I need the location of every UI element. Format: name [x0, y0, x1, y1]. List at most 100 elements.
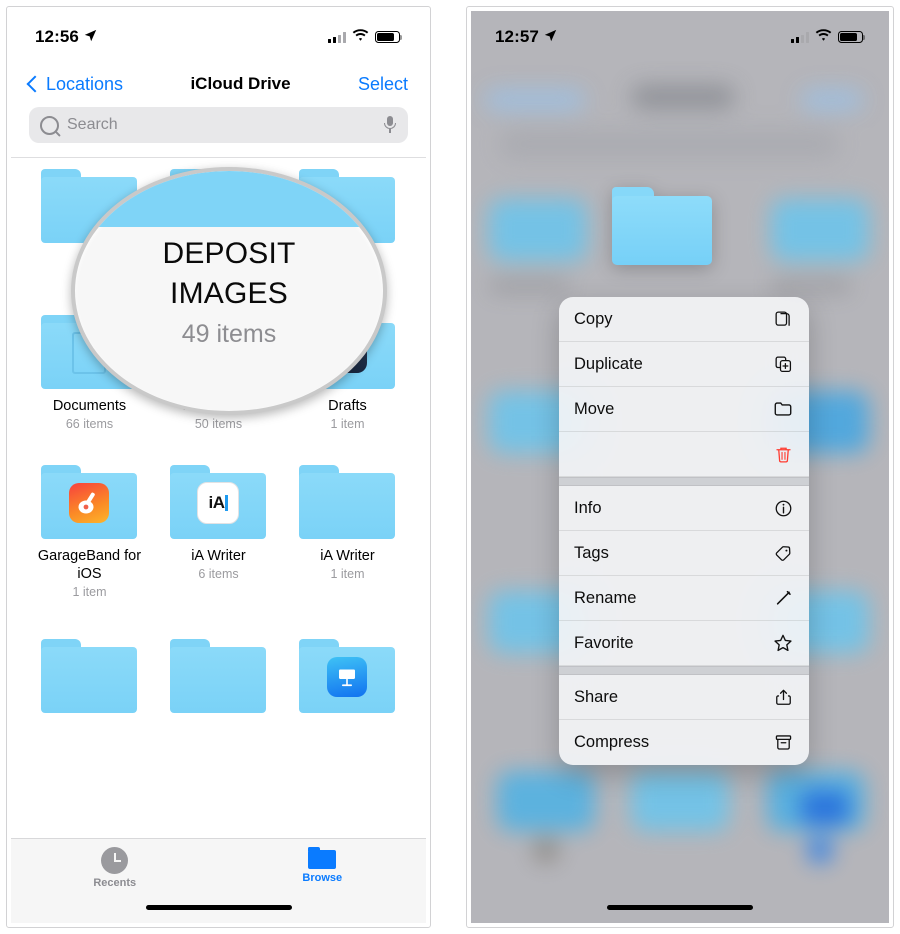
file-count: 1 item: [330, 567, 365, 581]
context-menu: Copy Duplicate Move Info Tags Rename Fav…: [559, 297, 809, 765]
home-indicator[interactable]: [607, 905, 753, 910]
context-menu-label: Share: [574, 687, 619, 706]
keynote-app-icon: [327, 657, 368, 698]
context-menu-item-delete[interactable]: Delete: [559, 432, 809, 477]
context-menu-item-copy[interactable]: Copy: [559, 297, 809, 342]
file-row: [25, 639, 412, 721]
plain-folder-icon: [41, 639, 138, 713]
tab-browse[interactable]: Browse: [219, 839, 427, 923]
keynote-folder-icon: [299, 639, 396, 713]
share-icon: [772, 686, 794, 708]
clock-icon: [101, 847, 129, 874]
context-menu-label: Duplicate: [574, 354, 643, 373]
right-phone-screen: 12:57 Copy Duplicate Move Info Tags Rena…: [471, 11, 889, 923]
context-menu-item-info[interactable]: Info: [559, 486, 809, 531]
star-icon: [772, 632, 794, 654]
microphone-icon[interactable]: [383, 116, 397, 134]
trash-icon: [772, 443, 794, 465]
context-menu-label: Rename: [574, 588, 637, 607]
battery-icon: [375, 31, 403, 43]
location-arrow-icon: [84, 27, 97, 47]
move-folder-icon: [772, 398, 794, 420]
page-title: iCloud Drive: [190, 74, 291, 93]
context-menu-label: Compress: [574, 733, 650, 751]
search-bar-container: Search: [29, 107, 408, 143]
file-name: Drafts: [328, 398, 367, 414]
copy-icon: [772, 308, 794, 330]
garageband-folder-icon: [41, 465, 138, 539]
context-menu-item-duplicate[interactable]: Duplicate: [559, 342, 809, 387]
file-cell-ia-writer-6[interactable]: iA iA Writer 6 items: [154, 465, 283, 599]
context-menu-separator: [559, 477, 809, 486]
file-name: iA Writer: [320, 548, 375, 564]
context-menu-item-rename[interactable]: Rename: [559, 576, 809, 621]
magnifier-callout-deposit-images: DEPOSIT IMAGES 49 items: [71, 167, 387, 415]
back-button-locations[interactable]: Locations: [26, 73, 124, 95]
file-count: 1 item: [330, 417, 365, 431]
left-phone-frame: 12:56 Locations iCloud Drive Select Sear…: [6, 6, 431, 928]
callout-title-line2: IMAGES: [170, 276, 288, 310]
status-time-group: 12:56: [35, 27, 97, 47]
status-bar: 12:57: [471, 11, 889, 63]
tab-bar: Recents Browse: [11, 838, 426, 923]
wifi-icon: [815, 28, 832, 46]
battery-icon: [838, 31, 866, 43]
file-name: GarageBand for iOS: [37, 548, 142, 582]
search-input[interactable]: Search: [29, 107, 408, 143]
archive-icon: [772, 732, 794, 754]
status-indicators: [328, 28, 403, 46]
file-cell-ia-writer-1[interactable]: iA Writer 1 item: [283, 465, 412, 599]
context-menu-separator: [559, 666, 809, 675]
focused-folder-icon[interactable]: [612, 187, 712, 265]
context-menu-item-move[interactable]: Move: [559, 387, 809, 432]
cellular-bars-icon: [791, 31, 809, 43]
file-name: iA Writer: [191, 548, 246, 564]
left-phone-screen: 12:56 Locations iCloud Drive Select Sear…: [11, 11, 426, 923]
select-button[interactable]: Select: [358, 74, 408, 95]
file-cell-garageband[interactable]: GarageBand for iOS 1 item: [25, 465, 154, 599]
navigation-bar: Locations iCloud Drive Select: [11, 63, 426, 105]
context-menu-label: Tags: [574, 543, 609, 562]
garageband-app-icon: [69, 483, 110, 524]
duplicate-icon: [772, 353, 794, 375]
context-menu-item-compress[interactable]: Compress: [559, 720, 809, 765]
file-cell[interactable]: [154, 639, 283, 721]
info-circle-icon: [772, 497, 794, 519]
status-time: 12:57: [495, 27, 539, 46]
ia-writer-folder-icon: iA: [170, 465, 267, 539]
context-menu-item-tags[interactable]: Tags: [559, 531, 809, 576]
ia-writer-app-icon: iA: [197, 482, 240, 525]
location-arrow-icon: [544, 27, 557, 47]
tab-label: Browse: [302, 872, 343, 884]
file-count: 66 items: [65, 417, 114, 431]
plain-folder-icon: [170, 639, 267, 713]
file-count: 6 items: [198, 567, 239, 581]
file-name: Documents: [52, 398, 127, 414]
folder-icon: [308, 847, 337, 869]
tag-icon: [772, 542, 794, 564]
file-row: GarageBand for iOS 1 item iA iA Writer 6…: [25, 465, 412, 599]
wifi-icon: [352, 28, 369, 46]
home-indicator[interactable]: [145, 905, 292, 910]
file-cell-keynote[interactable]: [283, 639, 412, 721]
tab-label: Recents: [93, 877, 137, 889]
cellular-bars-icon: [328, 31, 346, 43]
context-menu-label: Favorite: [574, 633, 634, 652]
callout-subtitle: 49 items: [181, 319, 277, 348]
context-menu-item-share[interactable]: Share: [559, 675, 809, 720]
file-cell[interactable]: [25, 639, 154, 721]
context-menu-label: Copy: [574, 309, 613, 328]
search-icon: [40, 115, 59, 135]
tab-recents[interactable]: Recents: [11, 839, 219, 923]
pencil-icon: [772, 587, 794, 609]
status-time: 12:56: [35, 27, 79, 46]
context-menu-item-favorite[interactable]: Favorite: [559, 621, 809, 666]
right-phone-frame: 12:57 Copy Duplicate Move Info Tags Rena…: [466, 6, 894, 928]
back-button-label: Locations: [46, 73, 124, 94]
screenshot-stage: 12:56 Locations iCloud Drive Select Sear…: [0, 0, 900, 934]
status-indicators: [791, 28, 866, 46]
context-menu-label: Move: [574, 399, 615, 418]
chevron-left-icon: [26, 75, 44, 93]
callout-title-line1: DEPOSIT: [162, 236, 296, 270]
file-count: 50 items: [194, 417, 243, 431]
